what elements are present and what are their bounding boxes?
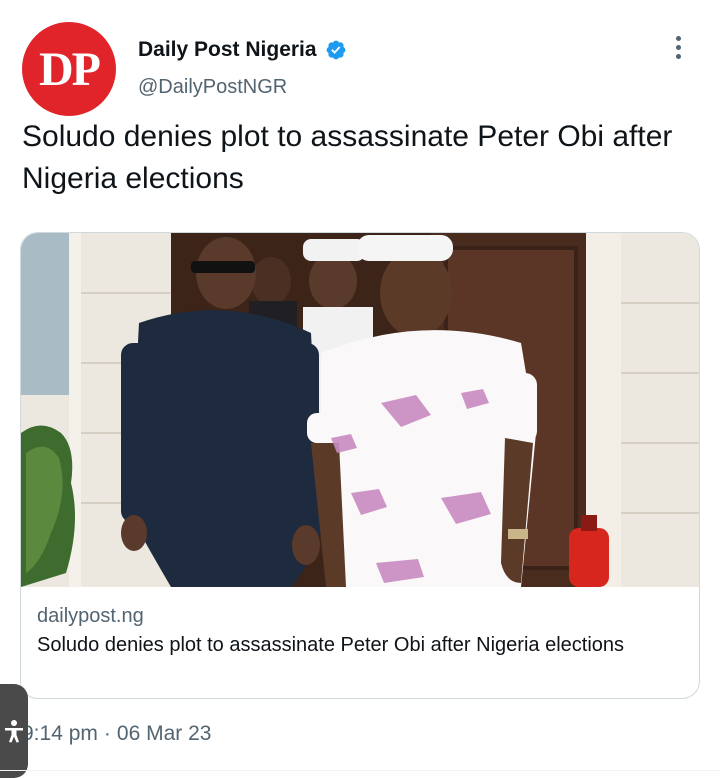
accessibility-icon[interactable]	[0, 684, 28, 778]
link-preview-card[interactable]: dailypost.ng Soludo denies plot to assas…	[20, 232, 700, 699]
tweet-time[interactable]: 9:14 pm	[22, 722, 98, 746]
card-domain: dailypost.ng	[37, 605, 144, 627]
card-photo[interactable]	[21, 233, 699, 587]
author-handle[interactable]: @DailyPostNGR	[138, 76, 287, 99]
author-avatar[interactable]: DP	[22, 22, 116, 116]
accessibility-person-icon	[5, 720, 23, 743]
tweet-text: Soludo denies plot to assassinate Peter …	[22, 120, 673, 195]
tweet-date[interactable]: 06 Mar 23	[117, 722, 212, 746]
card-title: Soludo denies plot to assassinate Peter …	[37, 634, 625, 656]
timestamp-separator: ·	[103, 722, 111, 745]
bottom-divider	[0, 770, 720, 771]
avatar-logo-text: DP	[39, 42, 101, 96]
tweet-timestamp[interactable]: 9:14 pm · 06 Mar 23	[22, 722, 211, 746]
author-name-row: Daily Post Nigeria	[138, 38, 347, 62]
more-options-icon[interactable]	[676, 36, 681, 59]
verified-badge-icon	[326, 40, 345, 60]
author-display-name[interactable]: Daily Post Nigeria	[138, 38, 317, 62]
